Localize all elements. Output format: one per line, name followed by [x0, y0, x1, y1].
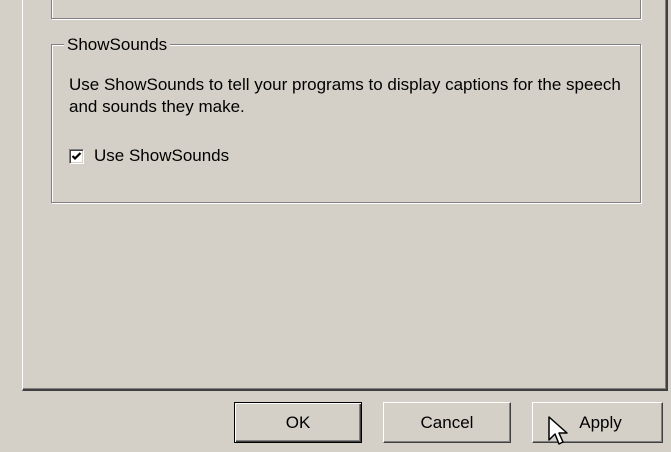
- cancel-button[interactable]: Cancel: [383, 402, 511, 443]
- showsounds-description: Use ShowSounds to tell your programs to …: [69, 75, 621, 116]
- showsounds-group-legend: ShowSounds: [64, 36, 171, 54]
- use-showsounds-checkbox[interactable]: [69, 148, 84, 164]
- upper-groupbox: [51, 0, 641, 19]
- showsounds-groupbox: [51, 44, 641, 203]
- apply-button[interactable]: Apply: [532, 402, 663, 443]
- use-showsounds-label[interactable]: Use ShowSounds: [94, 146, 229, 166]
- checkmark-icon: [71, 151, 82, 160]
- use-showsounds-checkbox-row[interactable]: Use ShowSounds: [69, 145, 229, 167]
- ok-button[interactable]: OK: [234, 402, 362, 443]
